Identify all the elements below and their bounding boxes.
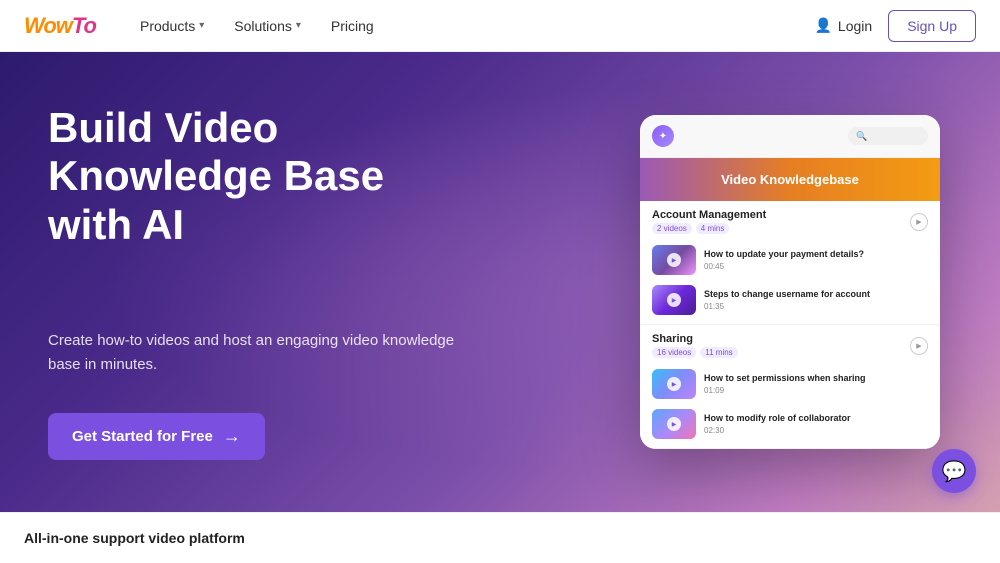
- mockup-item-duration: 01:09: [704, 386, 928, 395]
- mockup-item[interactable]: ▶ How to modify role of collaborator 02:…: [652, 404, 928, 444]
- hero-content: Build Video Knowledge Base with AI Creat…: [48, 104, 468, 460]
- mockup-section1-title: Account Management: [652, 209, 766, 221]
- play-icon: ▶: [667, 293, 681, 307]
- mockup-top-bar: ✦ 🔍: [640, 115, 940, 158]
- nav-pricing[interactable]: Pricing: [319, 12, 386, 40]
- mockup-header-title: Video Knowledgebase: [654, 172, 926, 187]
- mockup-item[interactable]: ▶ Steps to change username for account 0…: [652, 280, 928, 320]
- cta-button[interactable]: Get Started for Free →: [48, 413, 265, 460]
- mockup-item-title: How to update your payment details?: [704, 249, 928, 261]
- play-icon: ▶: [667, 253, 681, 267]
- mockup-body: Account Management 2 videos 4 mins ▶ ▶: [640, 201, 940, 449]
- nav-links: Products ▾ Solutions ▾ Pricing: [128, 12, 815, 40]
- play-icon: ▶: [667, 417, 681, 431]
- mockup-item[interactable]: ▶ How to set permissions when sharing 01…: [652, 364, 928, 404]
- bottom-section-title: All-in-one support video platform: [24, 530, 245, 546]
- mockup-item[interactable]: ▶ How to update your payment details? 00…: [652, 240, 928, 280]
- mockup-search-bar[interactable]: 🔍: [848, 127, 928, 145]
- nav-actions: 👤 Login Sign Up: [814, 10, 976, 42]
- mockup-badge-videos2: 16 videos: [652, 347, 696, 358]
- navbar: WowTo Products ▾ Solutions ▾ Pricing 👤 L…: [0, 0, 1000, 52]
- mockup-item-title: How to modify role of collaborator: [704, 413, 928, 425]
- play-icon: ▶: [667, 377, 681, 391]
- mockup-item-info: Steps to change username for account 01:…: [704, 289, 928, 311]
- mockup-item-info: How to modify role of collaborator 02:30: [704, 413, 928, 435]
- mockup-thumbnail: ▶: [652, 285, 696, 315]
- mockup-item-info: How to update your payment details? 00:4…: [704, 249, 928, 271]
- search-icon: 🔍: [856, 131, 867, 142]
- mockup-item-title: Steps to change username for account: [704, 289, 928, 301]
- nav-products[interactable]: Products ▾: [128, 12, 216, 40]
- mockup-section1-meta: 2 videos 4 mins: [652, 223, 766, 234]
- hero-mockup: ✦ 🔍 Video Knowledgebase Account Manageme…: [640, 115, 940, 449]
- mockup-section2-meta: 16 videos 11 mins: [652, 347, 738, 358]
- logo[interactable]: WowTo: [24, 13, 96, 39]
- login-button[interactable]: 👤 Login: [814, 17, 872, 34]
- mockup-section-account: Account Management 2 videos 4 mins ▶ ▶: [640, 201, 940, 325]
- chat-bubble-button[interactable]: 💬: [932, 449, 976, 493]
- mockup-section2-header: Sharing 16 videos 11 mins ▶: [652, 333, 928, 358]
- hero-subtitle: Create how-to videos and host an engagin…: [48, 329, 468, 377]
- mockup-section-sharing: Sharing 16 videos 11 mins ▶ ▶: [640, 325, 940, 449]
- mockup-thumbnail: ▶: [652, 245, 696, 275]
- mockup-badge-videos1: 2 videos: [652, 223, 692, 234]
- mockup-section2-title: Sharing: [652, 333, 738, 345]
- signup-button[interactable]: Sign Up: [888, 10, 976, 42]
- chevron-down-icon: ▾: [296, 20, 301, 31]
- mockup-item-duration: 00:45: [704, 262, 928, 271]
- mockup-app-icon: ✦: [652, 125, 674, 147]
- mockup-play-btn2[interactable]: ▶: [910, 337, 928, 355]
- arrow-right-icon: →: [223, 426, 241, 447]
- bottom-bar: All-in-one support video platform: [0, 512, 1000, 563]
- hero-title: Build Video Knowledge Base with AI: [48, 104, 468, 249]
- mockup-item-duration: 01:35: [704, 302, 928, 311]
- nav-solutions[interactable]: Solutions ▾: [222, 12, 313, 40]
- mockup-item-title: How to set permissions when sharing: [704, 373, 928, 385]
- mockup-badge-duration1: 4 mins: [696, 223, 730, 234]
- chat-icon: 💬: [942, 459, 967, 484]
- user-icon: 👤: [814, 17, 831, 34]
- mockup-thumbnail: ▶: [652, 409, 696, 439]
- chevron-down-icon: ▾: [199, 20, 204, 31]
- mockup-section1-header: Account Management 2 videos 4 mins ▶: [652, 209, 928, 234]
- mockup-item-info: How to set permissions when sharing 01:0…: [704, 373, 928, 395]
- mockup-play-btn1[interactable]: ▶: [910, 213, 928, 231]
- hero-section: Build Video Knowledge Base with AI Creat…: [0, 52, 1000, 512]
- mockup-thumbnail: ▶: [652, 369, 696, 399]
- mockup-header: Video Knowledgebase: [640, 158, 940, 201]
- mockup-badge-duration2: 11 mins: [700, 347, 737, 358]
- mockup-item-duration: 02:30: [704, 426, 928, 435]
